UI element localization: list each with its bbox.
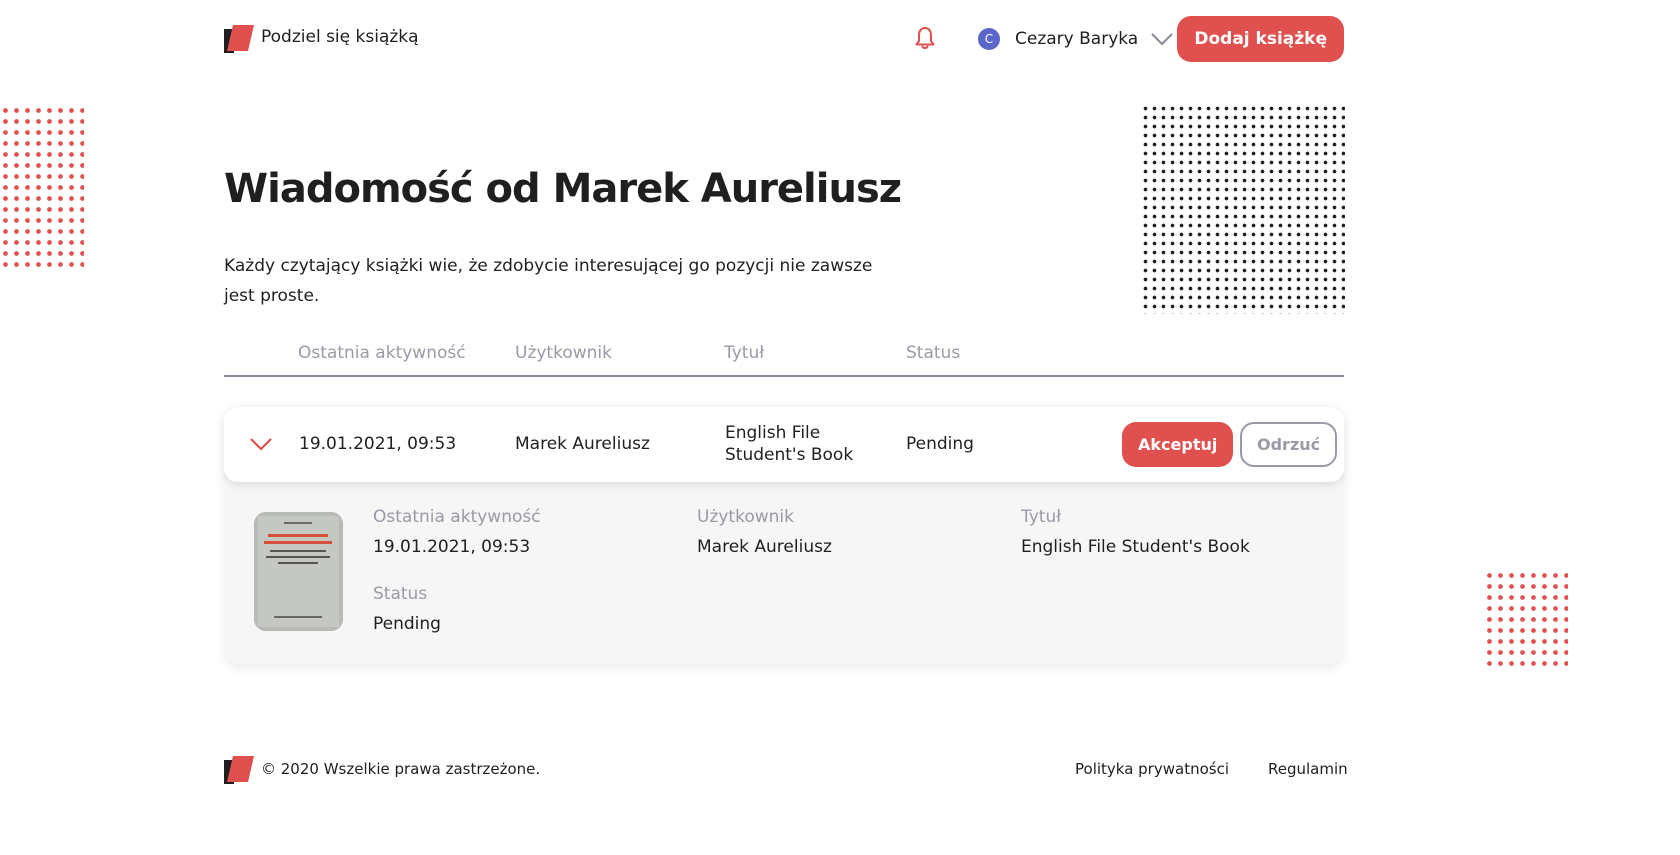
row-detail-panel: Ostatnia aktywność 19.01.2021, 09:53 Uży… [224,470,1344,664]
accept-button[interactable]: Akceptuj [1122,422,1234,467]
detail-value-user: Marek Aureliusz [697,537,832,557]
expand-chevron-icon[interactable] [248,433,274,455]
brand-name[interactable]: Podziel się książką [261,27,419,47]
column-header-status: Status [906,343,961,363]
logo-icon[interactable] [224,25,254,53]
book-cover [254,512,343,631]
detail-value-title: English File Student's Book [1021,537,1250,557]
row-user: Marek Aureliusz [515,434,650,454]
row-title-line-1: English File [725,423,821,443]
column-header-user: Użytkownik [515,343,612,363]
detail-value-status: Pending [373,614,441,634]
detail-value-activity: 19.01.2021, 09:53 [373,537,531,557]
terms-link[interactable]: Regulamin [1268,760,1348,778]
add-book-button[interactable]: Dodaj książkę [1177,16,1344,62]
copyright: © 2020 Wszelkie prawa zastrzeżone. [261,760,541,778]
bell-icon[interactable] [914,26,936,50]
decorative-dots-left [0,105,84,273]
decorative-dots-right [1141,104,1345,314]
table-header: Ostatnia aktywność Użytkownik Tytuł Stat… [224,340,1344,377]
page-description: Każdy czytający książki wie, że zdobycie… [224,256,873,306]
detail-label-activity: Ostatnia aktywność [373,507,541,527]
detail-label-title: Tytuł [1021,507,1062,527]
table-row[interactable]: 19.01.2021, 09:53 Marek Aureliusz Englis… [224,407,1344,482]
column-header-title: Tytuł [724,343,765,363]
row-title-line-2: Student's Book [725,445,854,465]
privacy-policy-link[interactable]: Polityka prywatności [1075,760,1229,778]
footer-logo-icon [224,756,254,784]
avatar: C [978,28,1000,50]
footer: © 2020 Wszelkie prawa zastrzeżone. Polit… [224,756,1348,784]
page-title: Wiadomość od Marek Aureliusz [224,166,902,212]
row-title: English File Student's Book [725,422,853,466]
detail-label-status: Status [373,584,428,604]
row-status: Pending [906,434,974,454]
user-name: Cezary Baryka [1015,29,1139,49]
header: Podziel się książką C Cezary Baryka Doda… [224,16,1344,62]
reject-button[interactable]: Odrzuć [1240,422,1338,467]
column-header-activity: Ostatnia aktywność [298,343,466,363]
decorative-dots-bottom-right [1484,570,1568,666]
row-activity: 19.01.2021, 09:53 [299,434,457,454]
detail-label-user: Użytkownik [697,507,794,527]
chevron-down-icon [1151,33,1173,46]
user-menu[interactable]: C Cezary Baryka [978,24,1174,54]
